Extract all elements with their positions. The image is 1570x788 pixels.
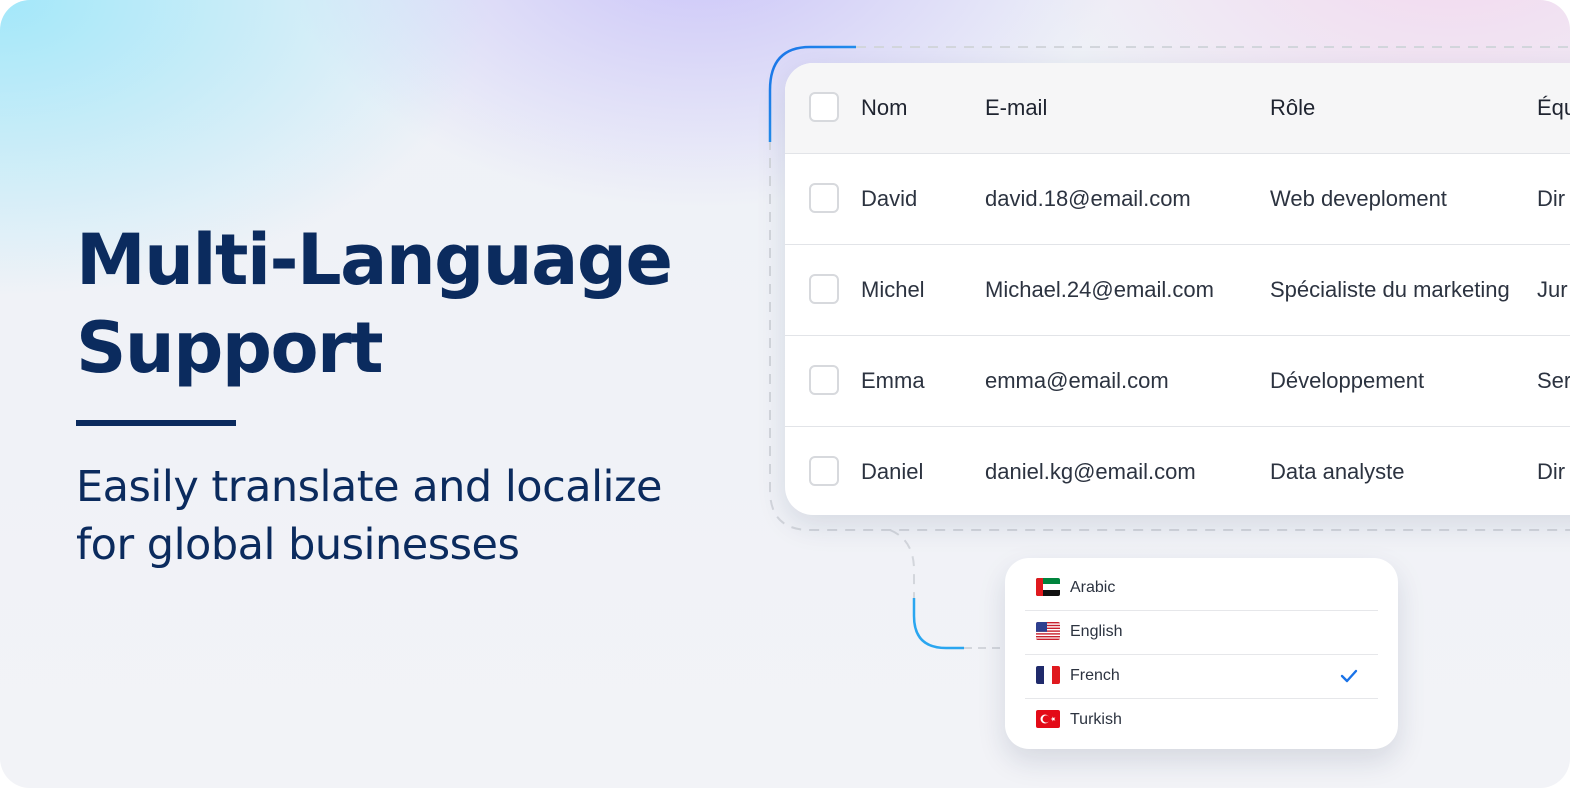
- us-flag-icon: [1036, 622, 1060, 640]
- cell-name: David: [861, 186, 918, 211]
- language-option-arabic[interactable]: Arabic: [1025, 567, 1378, 611]
- language-label: Arabic: [1070, 579, 1116, 596]
- headline: Multi-Language Support: [76, 219, 673, 389]
- language-label: English: [1070, 623, 1123, 640]
- table-row[interactable]: Emma emma@email.com Développement Ser: [785, 336, 1570, 427]
- cell-email: emma@email.com: [985, 368, 1169, 393]
- cell-role: Web deveploment: [1270, 186, 1447, 211]
- users-table: Nom E-mail Rôle Équ David david.18@email…: [785, 63, 1570, 515]
- cell-team: Ser: [1537, 368, 1570, 393]
- column-header-email[interactable]: E-mail: [985, 63, 1047, 153]
- table-header-row: Nom E-mail Rôle Équ: [785, 63, 1570, 154]
- language-selector: Arabic English French Turkish: [1005, 558, 1398, 749]
- cell-name: Daniel: [861, 459, 924, 484]
- cell-team: Jur: [1537, 277, 1568, 302]
- row-checkbox[interactable]: [809, 365, 839, 395]
- cell-team: Dir: [1537, 186, 1566, 211]
- row-checkbox[interactable]: [809, 183, 839, 213]
- cell-role: Développement: [1270, 368, 1425, 393]
- cell-email: daniel.kg@email.com: [985, 459, 1196, 484]
- language-option-french[interactable]: French: [1025, 655, 1378, 699]
- cell-name: Emma: [861, 368, 925, 393]
- column-header-role[interactable]: Rôle: [1270, 63, 1315, 153]
- select-all-checkbox[interactable]: [809, 92, 839, 122]
- cell-email: david.18@email.com: [985, 186, 1191, 211]
- checkmark-icon: [1340, 669, 1358, 683]
- cell-role: Data analyste: [1270, 459, 1405, 484]
- turkey-flag-icon: [1036, 710, 1060, 728]
- table-row[interactable]: Michel Michael.24@email.com Spécialiste …: [785, 245, 1570, 336]
- headline-divider: [76, 420, 236, 426]
- column-header-name[interactable]: Nom: [861, 63, 907, 153]
- cell-email: Michael.24@email.com: [985, 277, 1214, 302]
- language-label: French: [1070, 667, 1120, 684]
- row-checkbox[interactable]: [809, 456, 839, 486]
- france-flag-icon: [1036, 666, 1060, 684]
- language-option-turkish[interactable]: Turkish: [1025, 699, 1378, 742]
- promo-banner: Multi-Language Support Easily translate …: [0, 0, 1570, 788]
- language-option-english[interactable]: English: [1025, 611, 1378, 655]
- language-label: Turkish: [1070, 711, 1122, 728]
- cell-name: Michel: [861, 277, 925, 302]
- table-row[interactable]: Daniel daniel.kg@email.com Data analyste…: [785, 427, 1570, 515]
- row-checkbox[interactable]: [809, 274, 839, 304]
- cell-team: Dir: [1537, 459, 1566, 484]
- table-row[interactable]: David david.18@email.com Web deveploment…: [785, 154, 1570, 245]
- cell-role: Spécialiste du marketing: [1270, 277, 1510, 302]
- column-header-team[interactable]: Équ: [1537, 63, 1570, 153]
- uae-flag-icon: [1036, 578, 1060, 596]
- subtitle: Easily translate and localize for global…: [76, 462, 663, 570]
